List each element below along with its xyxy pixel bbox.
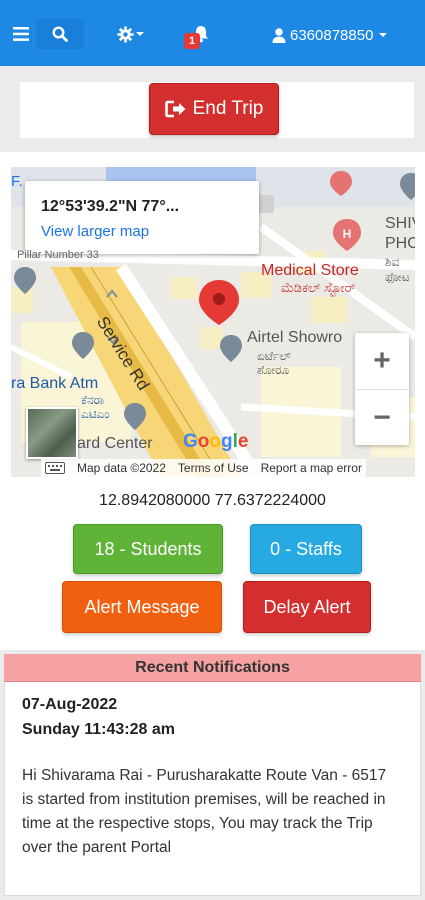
current-coordinates: 12.8942080000 77.6372224000 — [99, 492, 326, 509]
chevron-down-icon — [135, 32, 144, 36]
zoom-out-button[interactable]: − — [355, 389, 409, 445]
map-label-shiv-kn2: ಫೋಟ — [385, 270, 410, 284]
notification-date: 07-Aug-2022 — [22, 696, 118, 713]
map-label-medical-store-kn: ಮೆಡಿಕಲ್ ಸ್ಟೋರ್ — [281, 280, 356, 295]
embedded-map[interactable]: H 12°53'39.2"N 77°... View larger map F.… — [11, 167, 415, 477]
end-trip-label: End Trip — [192, 98, 264, 119]
map-info-coords: 12°53'39.2"N 77°... — [41, 198, 180, 215]
notification-count-badge: 1 — [184, 33, 200, 49]
notifications-header: Recent Notifications — [4, 654, 421, 682]
map-label-airtel-kn2: ಶೋರೂ — [257, 363, 290, 377]
map-label-bank: ra Bank Atm — [11, 375, 99, 392]
map-footer: Map data ©2022 Terms of Use Report a map… — [41, 459, 366, 477]
map-label-shiv-kn1: ಶಿವ — [385, 255, 400, 269]
end-trip-button[interactable]: End Trip — [149, 83, 279, 135]
search-icon — [52, 26, 68, 42]
google-logo: Google — [183, 431, 249, 452]
user-phone: 6360878850 — [290, 26, 374, 44]
notification-time: Sunday 11:43:28 am — [22, 721, 175, 738]
staffs-button[interactable]: 0 - Staffs — [250, 524, 362, 574]
search-button[interactable] — [36, 19, 84, 49]
map-label-card-center: ard Center — [77, 435, 153, 452]
map-label-shiv: SHIV — [385, 215, 415, 232]
alert-message-button[interactable]: Alert Message — [62, 581, 222, 633]
menu-button[interactable] — [8, 19, 34, 49]
user-icon — [272, 27, 286, 43]
map-data-text: Map data ©2022 — [77, 461, 166, 475]
settings-dropdown[interactable] — [110, 19, 150, 49]
sign-out-icon — [164, 100, 186, 118]
map-label-airtel: Airtel Showro — [247, 329, 343, 346]
map-label-fa: F. — [11, 173, 23, 190]
map-info-window: 12°53'39.2"N 77°... View larger map — [25, 181, 259, 254]
map-label-bank-kn2: ಎಟಿಎಂ — [81, 407, 110, 421]
notification-message: Hi Shivarama Rai - Purusharakatte Route … — [22, 767, 387, 856]
chevron-down-icon — [379, 33, 388, 37]
terms-of-use-link[interactable]: Terms of Use — [178, 461, 249, 475]
menu-icon — [13, 27, 29, 41]
zoom-in-button[interactable]: + — [355, 333, 409, 389]
map-label-pillar: Pillar Number 33 — [17, 249, 99, 261]
map-zoom-control: + − — [355, 333, 409, 445]
students-button[interactable]: 18 - Students — [73, 524, 223, 574]
view-larger-map-link[interactable]: View larger map — [41, 223, 149, 240]
map-label-pho: PHO — [385, 235, 415, 252]
satellite-toggle[interactable] — [26, 407, 78, 459]
map-label-bank-kn1: ಕೆನರಾ — [81, 393, 105, 407]
gear-icon — [116, 25, 134, 43]
delay-alert-button[interactable]: Delay Alert — [243, 581, 371, 633]
map-label-medical-store: Medical Store — [261, 262, 359, 279]
keyboard-icon[interactable] — [45, 462, 65, 474]
map-label-airtel-kn1: ಏರ್ಟೆಲ್ — [257, 349, 291, 363]
user-menu[interactable]: 6360878850 — [272, 22, 388, 48]
svg-text:H: H — [343, 227, 352, 241]
report-map-error-link[interactable]: Report a map error — [261, 461, 362, 475]
